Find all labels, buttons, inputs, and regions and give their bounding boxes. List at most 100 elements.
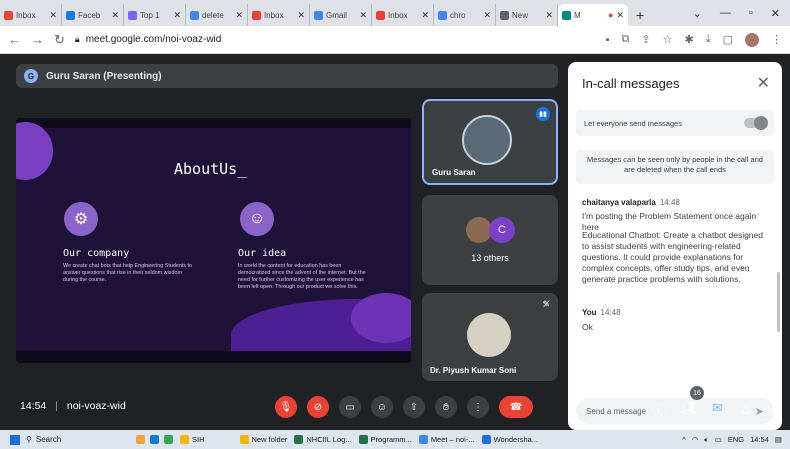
sidepanel-icon[interactable]: ▢ [723,33,733,46]
camera-indicator-icon[interactable]: ▪ [606,34,610,46]
chat-icon[interactable]: ✉ [712,400,723,416]
taskbar-app-active[interactable]: Meet – noi-... [418,435,475,444]
close-icon[interactable]: ✕ [421,10,429,21]
forward-icon[interactable]: → [31,32,44,47]
presenter-avatar: G [24,69,38,83]
browser-tab[interactable]: Gmail ✕ [310,4,372,26]
windows-taskbar: ⚲ Search SIH New folder NHCIIL Log... Pr… [0,430,790,449]
close-icon[interactable]: ✕ [49,10,57,21]
send-messages-toggle[interactable] [744,116,768,130]
lightbulb-gear-icon: ⚙ [64,202,98,236]
bookmark-star-icon[interactable]: ☆ [663,33,673,46]
captions-button[interactable]: ▭ [339,396,361,418]
browser-tab[interactable]: Faceb ✕ [62,4,124,26]
address-bar: ← → ↻ 🔒︎ meet.google.com/noi-voaz-wid ▪ … [0,26,790,54]
leave-call-button[interactable]: ☎︎ [499,396,533,418]
site-icon [128,10,137,20]
toolbar-icons: ▪ ⧉ ⇪ ☆ ✱ ⤓ ▢ ⋮ [606,32,782,47]
participant-name: Dr. Piyush Kumar Soni [430,366,517,375]
browser-tab[interactable]: Inbox ✕ [248,4,310,26]
taskbar-app[interactable]: New folder [239,435,287,444]
close-icon[interactable]: ✕ [173,10,181,21]
download-icon[interactable]: ⤓ [706,33,711,46]
language-indicator[interactable]: ENG [728,435,744,444]
taskbar-app[interactable]: Programm... [358,435,412,444]
setting-label: Let everyone send messages [584,118,682,128]
search-label: Search [35,435,62,444]
browser-tab[interactable]: Inbox ✕ [372,4,434,26]
extensions-icon[interactable]: ✱ [685,33,694,46]
host-controls-icon[interactable]: ⚿ [768,400,778,416]
participant-tile-guru-saran[interactable]: ▮▮ Guru Saran [422,99,558,185]
close-icon[interactable]: ✕ [757,73,770,93]
chat-scrollbar[interactable] [777,272,780,332]
url-text: meet.google.com/noi-voaz-wid [85,34,222,45]
close-icon[interactable]: ✕ [235,10,243,21]
browser-tab[interactable]: delete ✕ [186,4,248,26]
close-icon[interactable]: ✕ [111,10,119,21]
captions-icon: ▭ [345,401,355,413]
activities-icon[interactable]: △ [741,400,751,416]
browser-tab[interactable]: Inbox ✕ [0,4,62,26]
participant-tile-piyush[interactable]: ✎̸ Dr. Piyush Kumar Soni [422,293,558,381]
close-window-icon[interactable]: ✕ [771,7,780,20]
open-in-window-icon[interactable]: ⧉ [622,33,630,46]
close-icon[interactable]: ✕ [545,10,553,21]
google-icon [438,10,447,20]
taskbar-app[interactable]: SIH [180,435,205,444]
folder-icon [239,435,249,444]
url-field[interactable]: 🔒︎ meet.google.com/noi-voaz-wid [75,34,596,45]
mic-toggle-button[interactable]: 🎙︎ [275,396,297,418]
feature-title: Our idea [238,248,287,259]
more-options-button[interactable]: ⋮ [467,396,489,418]
shared-slide: AboutUs_ ⚙ ☺ Our company Our idea We cre… [16,118,411,363]
close-icon[interactable]: ✕ [297,10,305,21]
windows-start-icon[interactable] [10,434,20,445]
taskbar-app[interactable]: Wondersha... [481,435,538,444]
others-count-label: 13 others [471,253,509,263]
taskbar-app[interactable]: NHCIIL Log... [294,435,352,444]
taskbar-search[interactable]: ⚲ Search [26,435,136,444]
reactions-button[interactable]: ☺ [371,396,393,418]
close-icon[interactable]: ✕ [359,10,367,21]
mic-off-icon: 🎙︎ [279,401,293,413]
meeting-code: noi-voaz-wid [66,400,126,412]
lock-icon: 🔒︎ [74,34,80,44]
people-icon[interactable]: 👥︎ [681,400,698,416]
present-button[interactable]: ⇧ [403,396,425,418]
share-icon[interactable]: ⇪ [641,33,650,46]
close-icon[interactable]: ✕ [483,10,491,21]
browser-tab[interactable]: Top 1 ✕ [124,4,186,26]
clock[interactable]: 14:54 [750,435,769,444]
info-icon[interactable]: ⓘ [652,400,665,419]
window-controls: ⌄ — ▫ ✕ [683,7,790,26]
search-icon: ⚲ [26,435,32,444]
gmail-icon [4,10,13,20]
wifi-icon[interactable]: ◠ [692,435,699,444]
reload-icon[interactable]: ↻ [54,32,65,48]
raise-hand-button[interactable]: ✋︎ [435,396,457,418]
new-tab-button[interactable]: + [628,7,652,26]
taskbar-pinned-icons[interactable] [136,435,173,444]
notifications-icon[interactable]: ▤ [775,435,782,444]
back-icon[interactable]: ← [8,32,21,47]
volume-icon[interactable]: 🔈︎ [704,435,709,445]
battery-icon[interactable]: ▭ [715,435,722,444]
participant-avatar: C [489,217,515,243]
message-time: 14:48 [600,308,621,317]
tab-search-icon[interactable]: ⌄ [693,7,702,20]
close-icon[interactable]: ✕ [616,10,624,21]
maximize-icon[interactable]: ▫ [749,7,753,20]
profile-avatar[interactable] [745,32,759,47]
participant-tile-others[interactable]: C 13 others [422,195,558,285]
minimize-icon[interactable]: — [720,7,731,20]
menu-dots-icon[interactable]: ⋮ [771,33,782,46]
send-icon[interactable]: ➤ [755,405,764,418]
message-time: 14:48 [659,198,680,207]
browser-tab-active[interactable]: M ● ✕ [558,4,628,26]
browser-tab[interactable]: New ✕ [496,4,558,26]
browser-tab[interactable]: chro ✕ [434,4,496,26]
chevron-up-icon[interactable]: ^ [682,435,686,444]
camera-toggle-button[interactable]: ⊘ [307,396,329,418]
system-tray: ^ ◠ 🔈︎ ▭ ENG 14:54 ▤ [682,435,790,445]
